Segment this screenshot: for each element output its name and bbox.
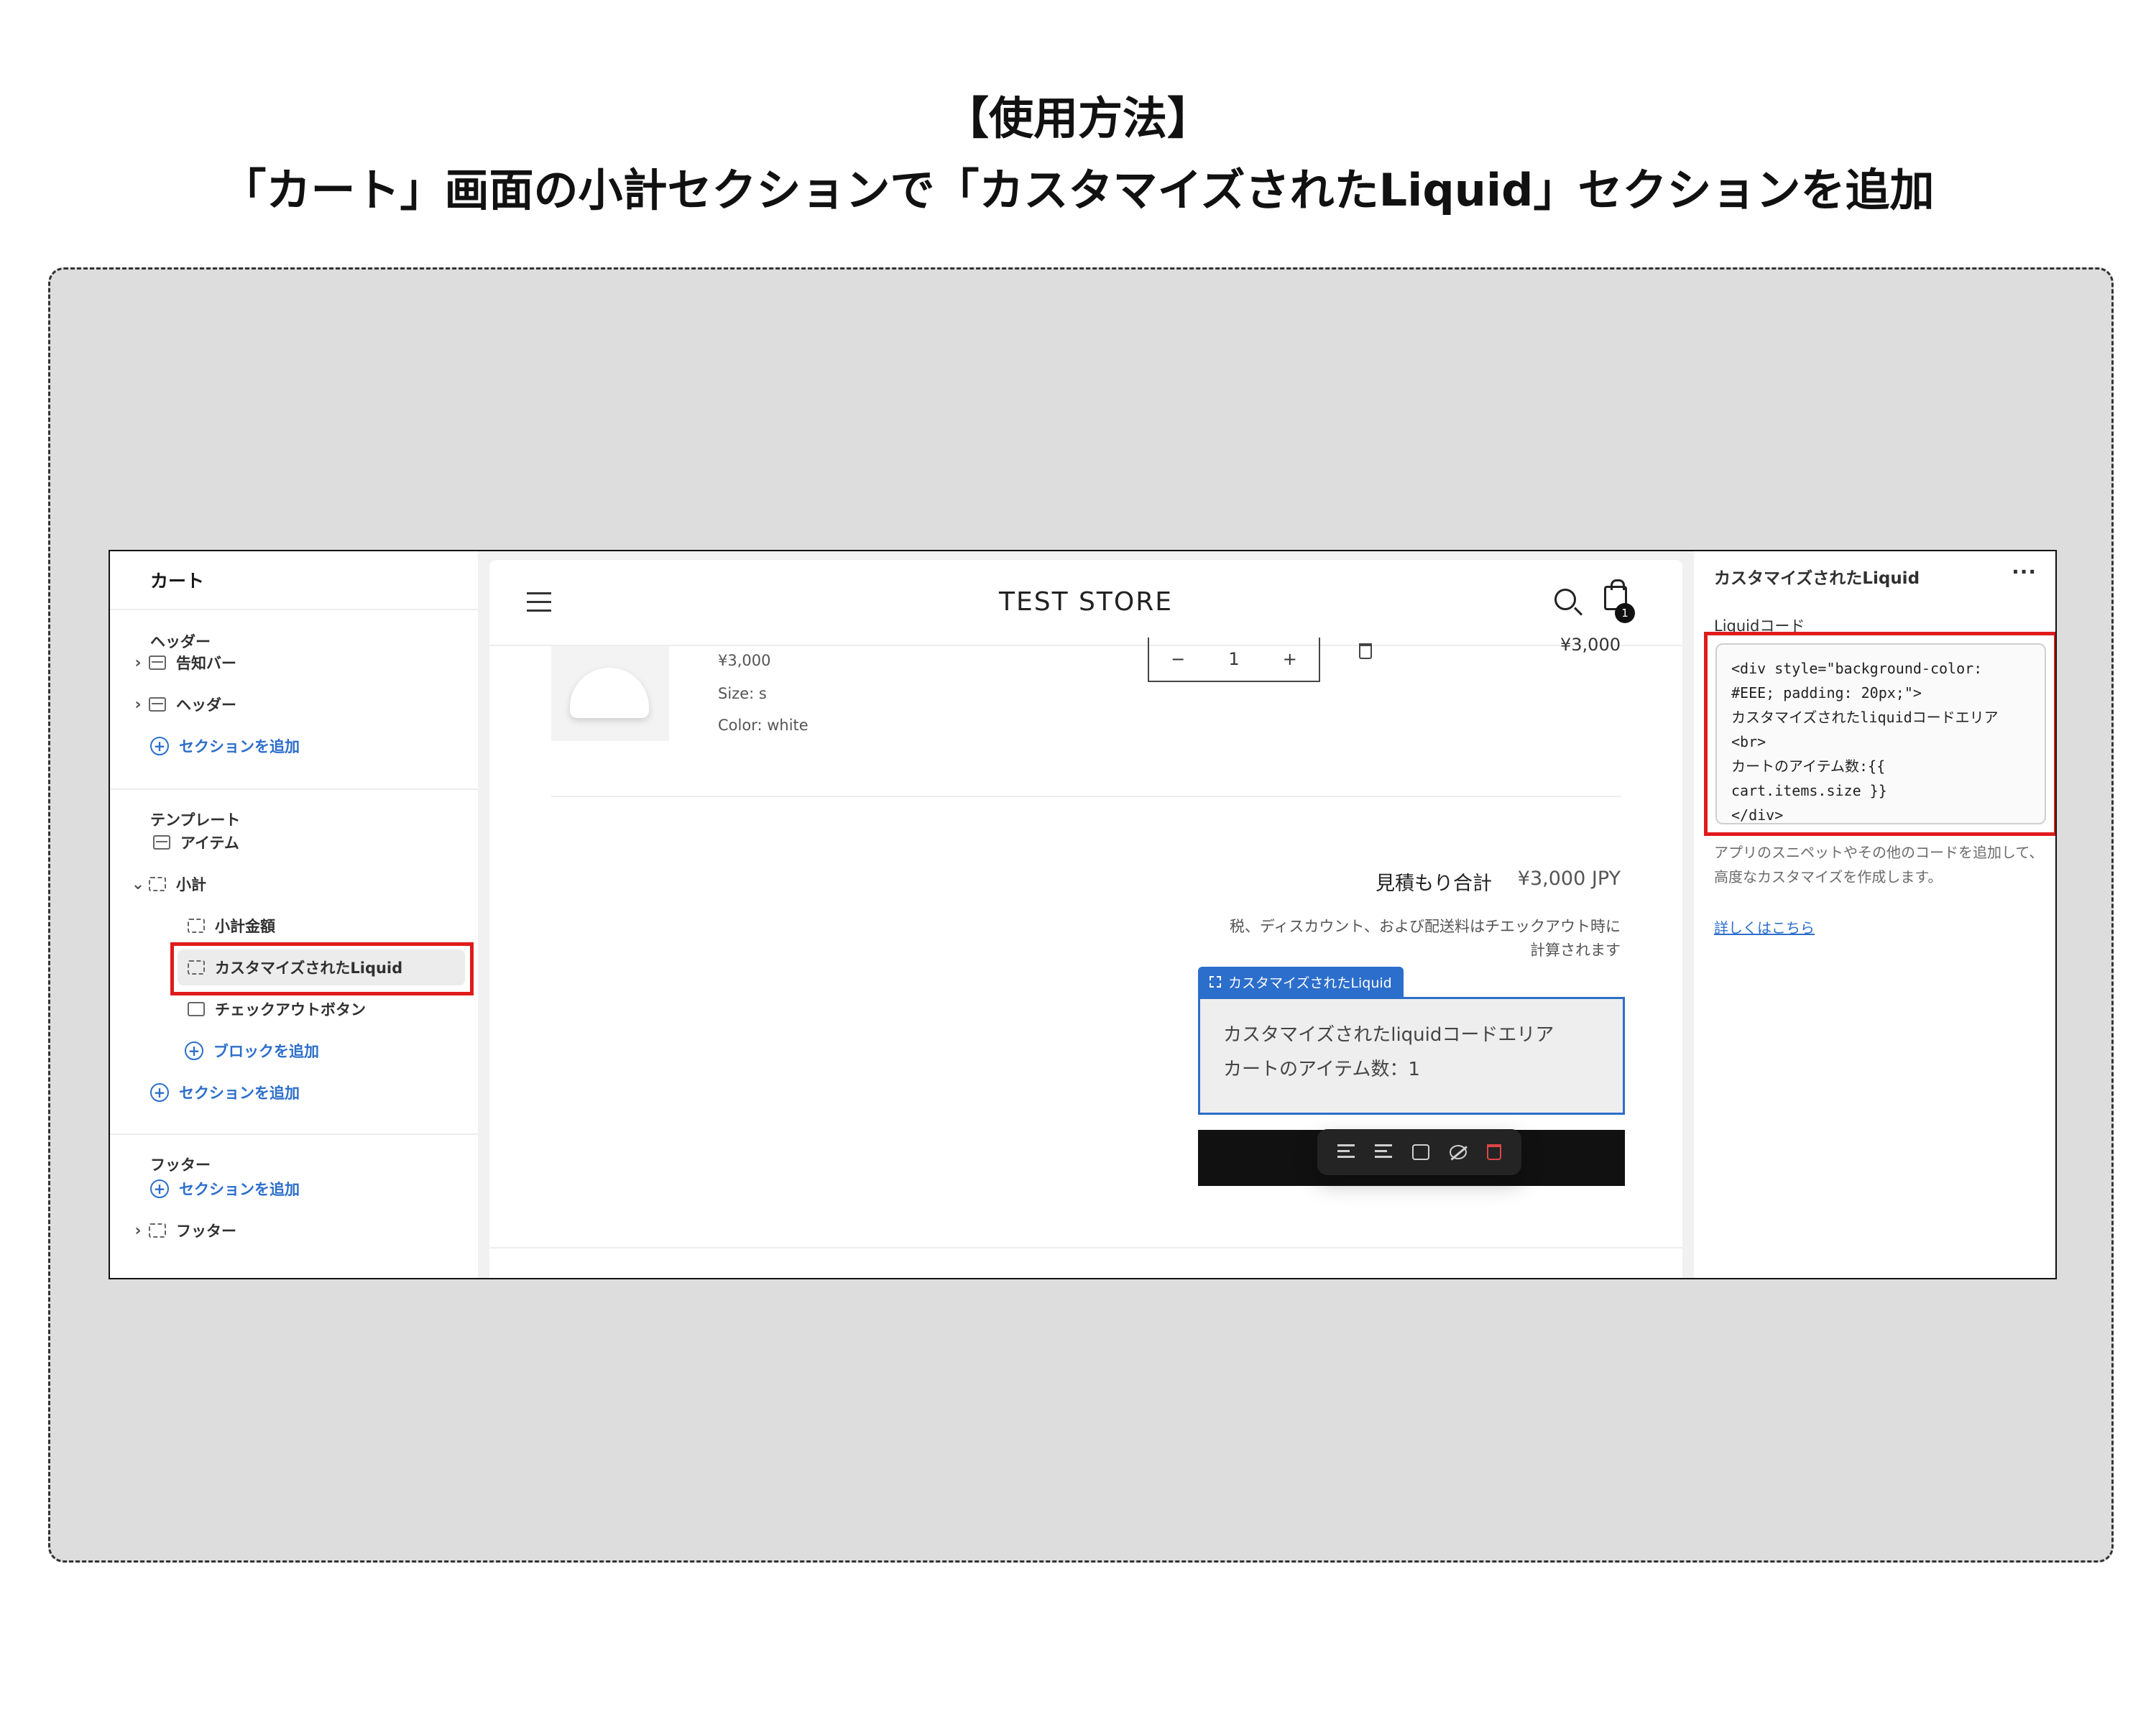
sidebar-title: カート [150,571,205,592]
settings-title: カスタマイズされたLiquid [1714,569,1920,588]
sidebar-item-label: アイテム [180,834,239,852]
tax-note: 税、ディスカウント、および配送料はチエックアウト時に 計算されます [1161,915,1621,962]
tax-note-line-2: 計算されます [1530,942,1621,959]
chevron-right-icon[interactable]: › [130,1222,146,1240]
plus-circle-icon: + [150,737,169,755]
selected-block-tag[interactable]: カスタマイズされたLiquid [1198,967,1404,997]
estimated-total-value: ¥3,000 JPY [1517,868,1621,890]
block-subtotal-amount[interactable]: 小計金額 [185,908,275,944]
block-label: チェックアウトボタン [215,1001,366,1018]
trash-icon[interactable] [1359,643,1372,659]
block-icon [1210,976,1221,988]
divider [110,1133,478,1135]
learn-more-link[interactable]: 詳しくはこちら [1714,916,1815,937]
quantity-value[interactable]: 1 [1228,649,1239,669]
sidebar-item-announcement[interactable]: › 告知バー [130,645,236,681]
heading-line-2: 「カート」画面の小計セクションで「カスタマイズされたLiquid」セクションを追… [221,164,1935,216]
chevron-down-icon[interactable]: ⌄ [130,875,146,893]
store-header: TEST STORE 1 [489,560,1682,646]
product-color: Color: white [718,717,808,734]
line-total: ¥3,000 [1560,635,1621,655]
help-text: アプリのスニペットやその他のコードを追加して、高度なカスタマイズを作成します。 [1714,844,2044,886]
store-name[interactable]: TEST STORE [489,587,1682,617]
sidebar-item-footer[interactable]: › フッター [130,1213,236,1248]
section-icon [149,656,166,670]
quantity-minus-button[interactable]: − [1171,649,1185,669]
add-section-button[interactable]: + セクションを追加 [150,1075,300,1110]
quantity-plus-button[interactable]: + [1283,649,1297,669]
product-size: Size: s [718,685,767,702]
product-price: ¥3,000 [718,652,771,669]
block-toolbar [1317,1129,1521,1175]
sidebar-item-label: 小計 [176,876,206,893]
sidebar-item-header[interactable]: › ヘッダー [130,686,236,722]
add-section-button[interactable]: + セクションを追加 [150,1171,300,1207]
add-section-label: セクションを追加 [179,1181,300,1198]
add-section-label: セクションを追加 [179,738,300,755]
block-checkout-button[interactable]: チェックアウトボタン [185,991,366,1027]
product-image[interactable] [551,646,669,741]
sidebar-item-label: 告知バー [176,655,236,672]
hide-icon[interactable] [1450,1145,1467,1159]
liquid-output-line-2: カートのアイテム数：1 [1223,1059,1420,1080]
divider [110,788,478,790]
page-heading: 【使用方法】 「カート」画面の小計セクションで「カスタマイズされたLiquid」… [0,83,2156,226]
editor-screenshot: カート ヘッダー › 告知バー › ヘッダー + セクションを追加 テンプレート… [109,550,2057,1279]
highlight-box [170,942,474,995]
liquid-output-line-1: カスタマイズされたliquidコードエリア [1223,1024,1554,1046]
cursor-icon [188,1002,205,1016]
trash-icon[interactable] [1487,1144,1501,1160]
section-icon [149,1223,166,1238]
settings-panel: カスタマイズされたLiquid ··· Liquidコード <div style… [1694,551,2055,1278]
add-block-label: ブロックを追加 [213,1043,319,1060]
block-label: 小計金額 [215,918,275,935]
sidebar-item-subtotal[interactable]: ⌄ 小計 [130,866,206,902]
left-sidebar: カート ヘッダー › 告知バー › ヘッダー + セクションを追加 テンプレート… [110,551,478,1278]
section-icon [149,877,166,891]
add-section-label: セクションを追加 [179,1085,300,1102]
sidebar-item-label: ヘッダー [176,696,236,714]
divider [551,796,1621,797]
search-icon[interactable] [1554,589,1576,610]
chevron-right-icon[interactable]: › [130,654,146,672]
sidebar-item-items[interactable]: アイテム [150,824,239,860]
estimated-total-label: 見積もり合計 [1376,873,1492,895]
heading-line-1: 【使用方法】 [944,92,1212,144]
cart-count-badge: 1 [1615,603,1635,623]
add-section-button[interactable]: + セクションを追加 [150,728,300,764]
store-preview: TEST STORE 1 ¥3,000 Size: s Color: white… [489,560,1682,1278]
more-icon[interactable]: ··· [2012,560,2037,584]
sidebar-item-label: フッター [176,1223,236,1240]
section-icon [153,835,170,850]
divider [489,1247,1682,1248]
quantity-stepper: − 1 + [1148,638,1320,682]
duplicate-icon[interactable] [1412,1144,1429,1160]
plus-circle-icon: + [150,1083,169,1102]
plus-circle-icon: + [150,1179,169,1198]
chevron-right-icon[interactable]: › [130,696,146,714]
section-icon [149,697,166,712]
move-down-icon[interactable] [1375,1144,1392,1160]
custom-liquid-output[interactable]: カスタマイズされたliquidコードエリア カートのアイテム数：1 [1198,997,1625,1115]
block-icon [188,919,205,933]
divider [110,609,478,610]
highlight-box [1704,632,2055,836]
add-block-button[interactable]: + ブロックを追加 [185,1033,319,1069]
move-up-icon[interactable] [1337,1144,1355,1160]
selected-block-tag-label: カスタマイズされたLiquid [1228,975,1392,991]
cap-image [570,668,649,718]
tax-note-line-1: 税、ディスカウント、および配送料はチエックアウト時に [1229,918,1621,935]
plus-circle-icon: + [185,1041,203,1060]
